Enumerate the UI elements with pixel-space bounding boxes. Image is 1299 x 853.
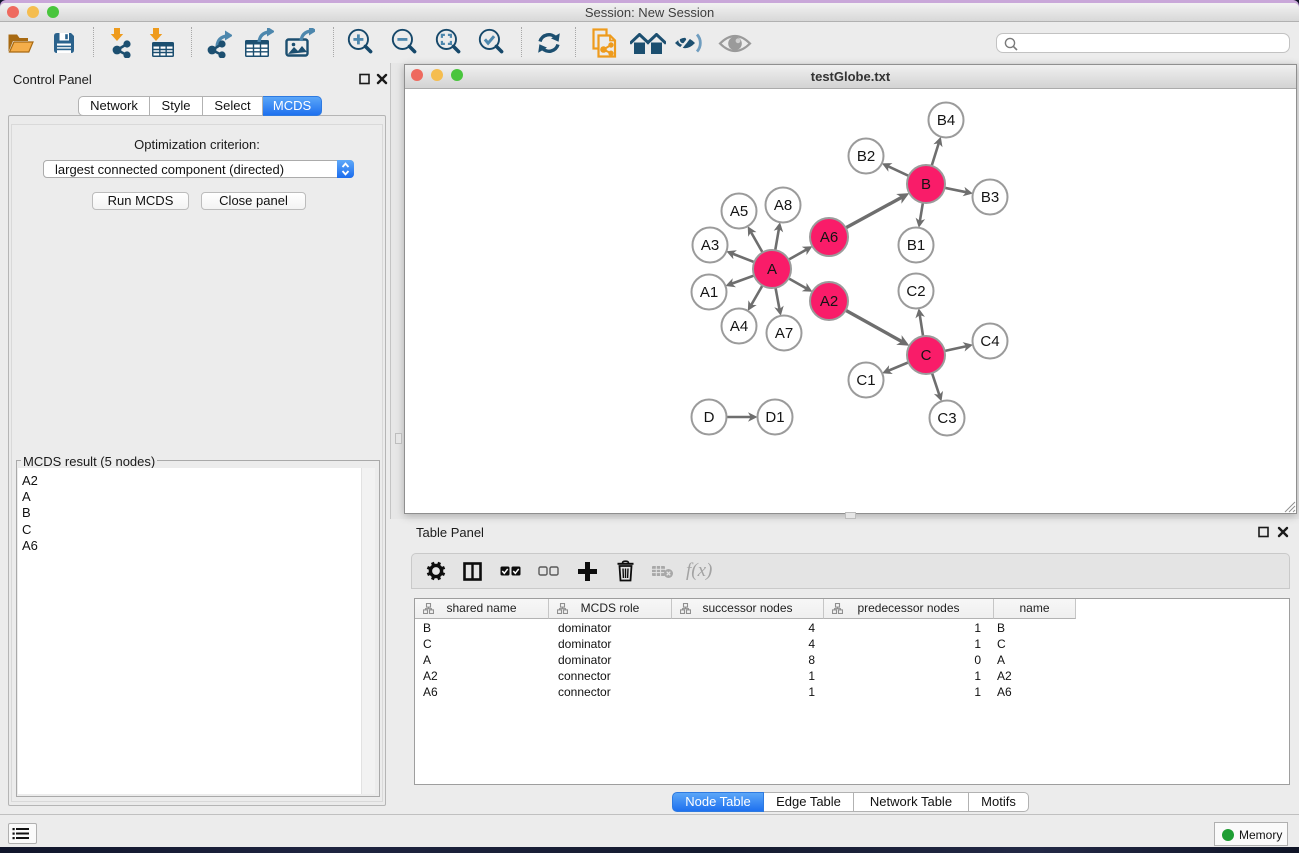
svg-text:C: C [921, 347, 932, 364]
svg-text:A1: A1 [700, 284, 718, 301]
svg-text:B: B [921, 176, 931, 193]
svg-text:A8: A8 [774, 197, 792, 214]
svg-text:C2: C2 [906, 283, 925, 300]
svg-text:C3: C3 [937, 410, 956, 427]
svg-text:B3: B3 [981, 189, 999, 206]
svg-text:A: A [767, 261, 777, 278]
svg-text:C1: C1 [856, 372, 875, 389]
svg-text:D: D [704, 409, 715, 426]
svg-text:D1: D1 [765, 409, 784, 426]
svg-text:B1: B1 [907, 237, 925, 254]
svg-text:A2: A2 [820, 293, 838, 310]
svg-text:B4: B4 [937, 112, 955, 129]
svg-text:A5: A5 [730, 203, 748, 220]
svg-text:A7: A7 [775, 325, 793, 342]
svg-text:C4: C4 [980, 333, 999, 350]
svg-text:A3: A3 [701, 237, 719, 254]
svg-text:A4: A4 [730, 318, 748, 335]
svg-text:A6: A6 [820, 229, 838, 246]
svg-text:B2: B2 [857, 148, 875, 165]
